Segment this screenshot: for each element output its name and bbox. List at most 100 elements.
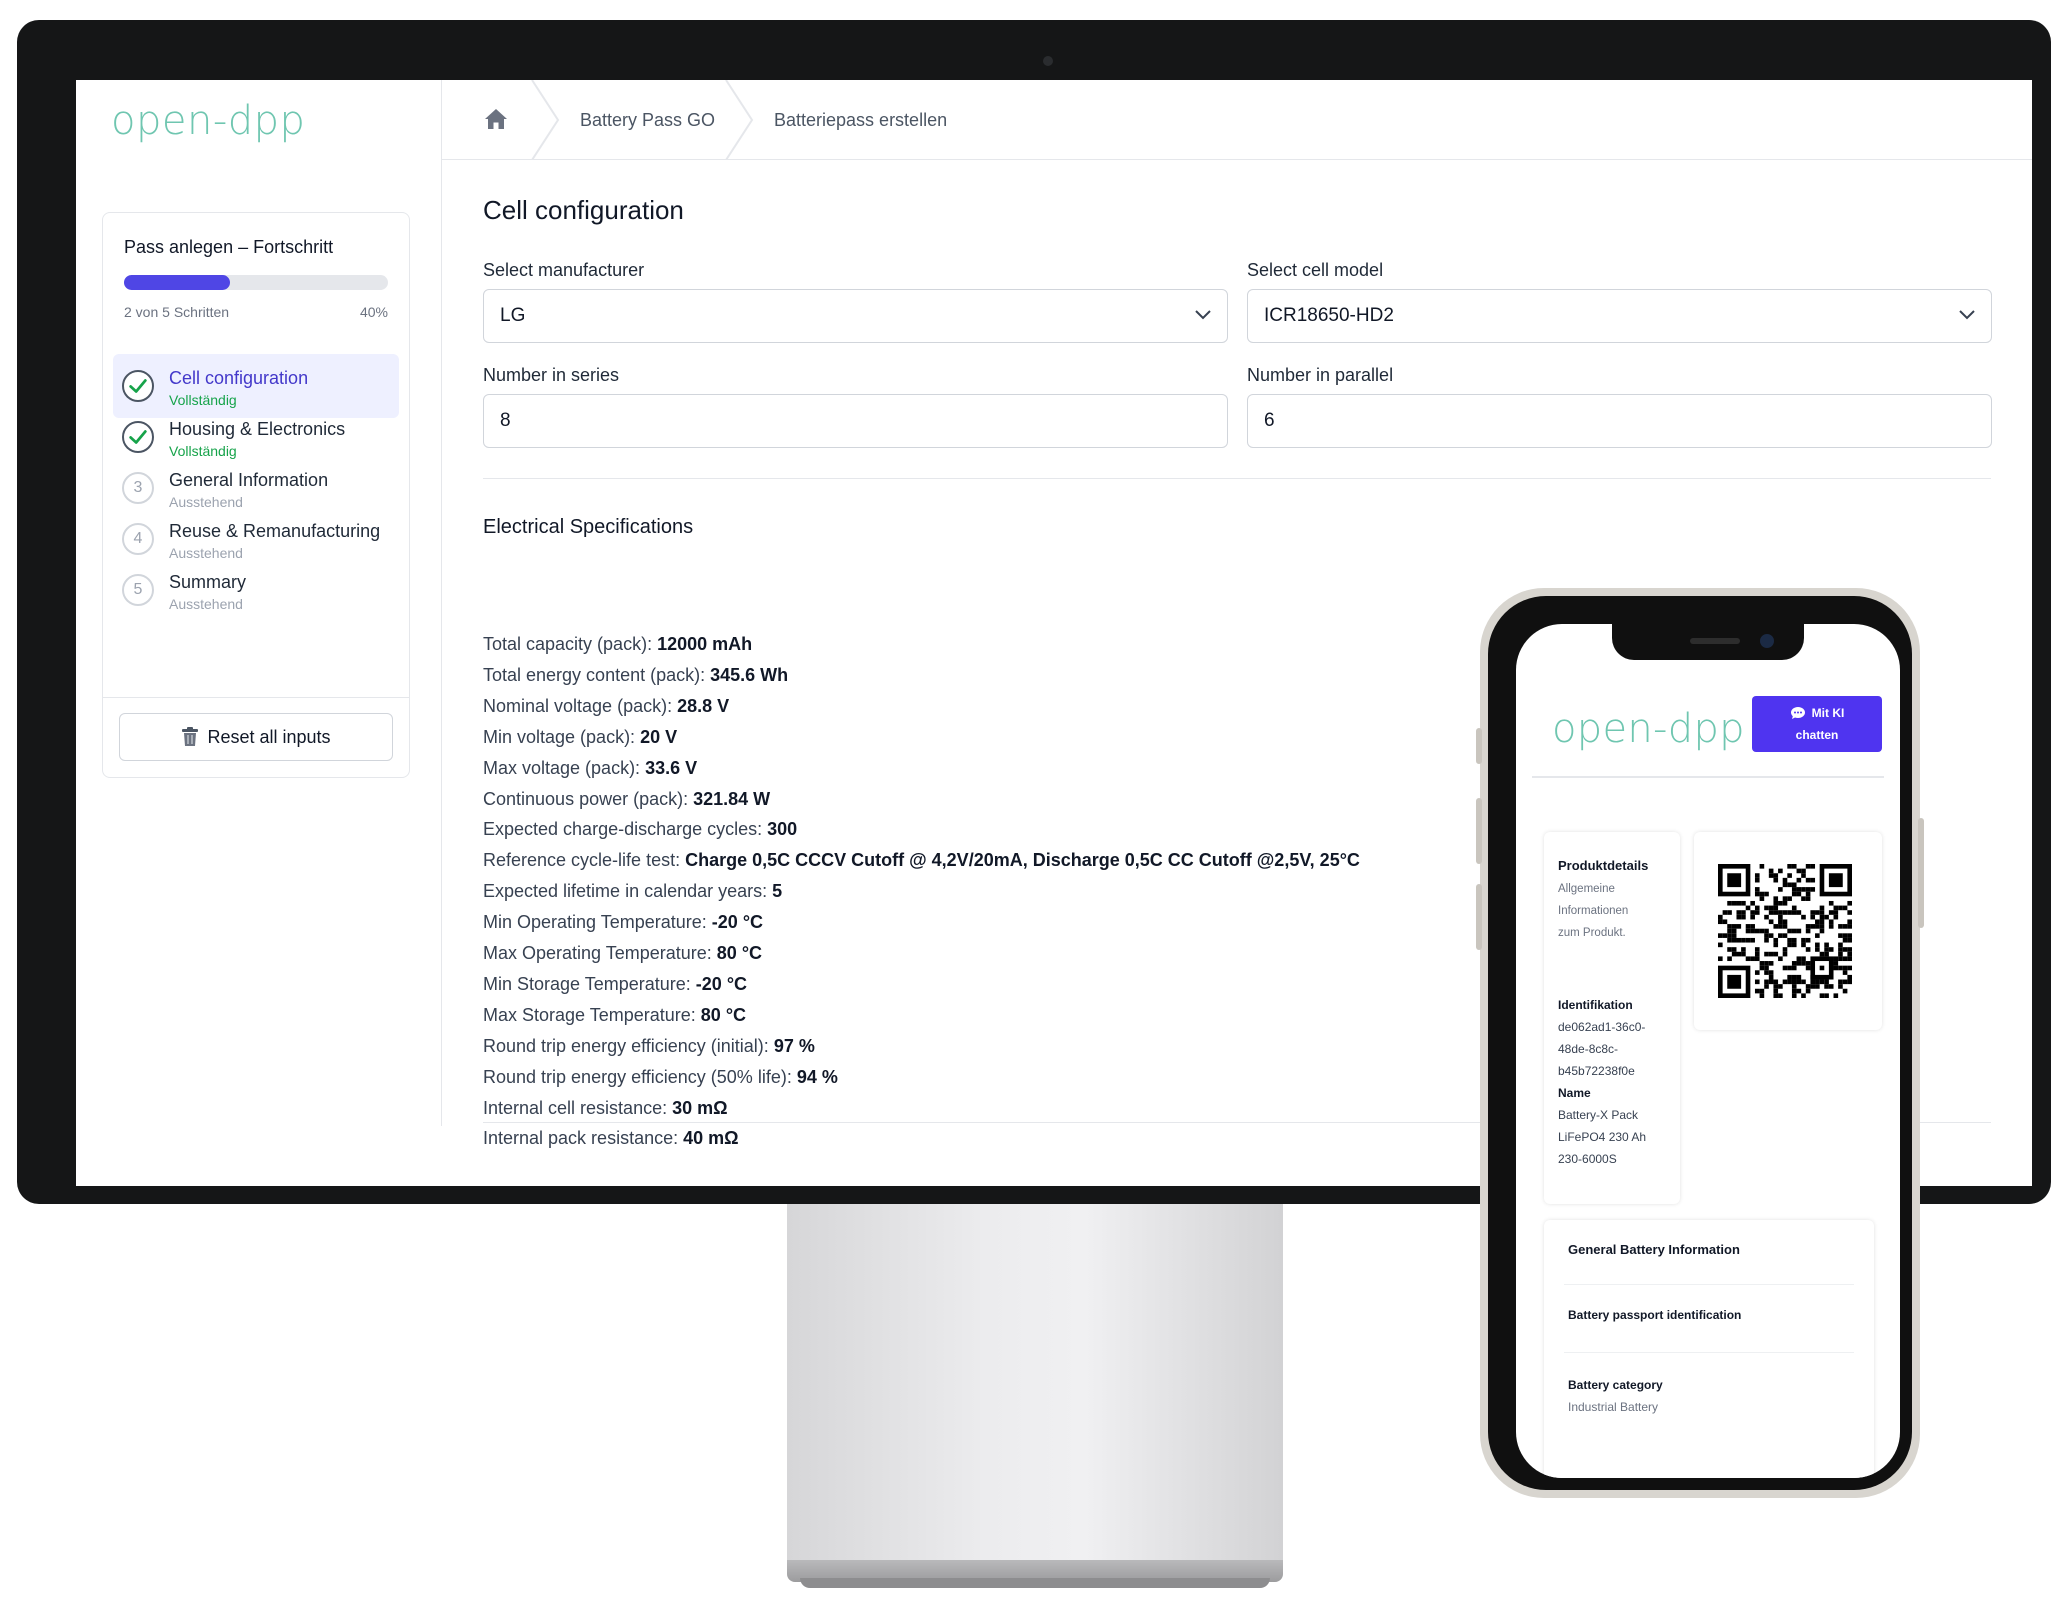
spec-row: Max Operating Temperature: 80 °C: [483, 943, 762, 964]
spec-label: Internal cell resistance:: [483, 1097, 668, 1118]
cell-model-value: ICR18650-HD2: [1264, 305, 1394, 326]
spec-value: 5: [772, 881, 783, 902]
battery-category-label: Battery category: [1568, 1378, 1663, 1392]
logo[interactable]: open-dpp: [111, 98, 305, 144]
identification-label: Identifikation: [1558, 998, 1633, 1012]
spec-label: Round trip energy efficiency (initial):: [483, 1035, 769, 1056]
page-title: Cell configuration: [483, 195, 684, 225]
breadcrumb-separator-icon: [531, 80, 560, 160]
manufacturer-select[interactable]: LG: [483, 289, 1228, 343]
spec-label: Nominal voltage (pack):: [483, 695, 673, 716]
progress-card: Pass anlegen – Fortschritt 2 von 5 Schri…: [102, 212, 410, 778]
spec-row: Max Storage Temperature: 80 °C: [483, 1005, 746, 1026]
divider: [1532, 776, 1884, 778]
check-circle-icon: [122, 421, 154, 453]
trash-icon: [182, 727, 199, 746]
spec-row: Reference cycle-life test: Charge 0,5C C…: [483, 850, 1360, 871]
spec-row: Round trip energy efficiency (initial): …: [483, 1036, 815, 1057]
parallel-label: Number in parallel: [1247, 365, 1394, 385]
general-battery-info-card: General Battery Information Battery pass…: [1544, 1220, 1874, 1478]
spec-row: Internal cell resistance: 30 mΩ: [483, 1098, 728, 1119]
spec-label: Max Storage Temperature:: [483, 1004, 696, 1025]
spec-row: Min Storage Temperature: -20 °C: [483, 974, 747, 995]
spec-value: 80 °C: [716, 943, 763, 963]
sidebar: open-dpp Pass anlegen – Fortschritt 2 vo…: [76, 80, 442, 1126]
step-label: Housing & Electronics: [169, 419, 346, 439]
spec-row: Internal pack resistance: 40 mΩ: [483, 1128, 739, 1149]
spec-label: Max Operating Temperature:: [483, 943, 712, 963]
chevron-down-icon: [1959, 310, 1975, 320]
phone-side-button: [1476, 798, 1482, 864]
general-battery-info-title: General Battery Information: [1568, 1242, 1740, 1257]
product-details-card: Produktdetails Allgemeine Informationen …: [1544, 832, 1680, 1204]
divider: [1564, 1284, 1854, 1285]
monitor-stand: [787, 1204, 1283, 1560]
monitor-camera: [1043, 56, 1053, 66]
step-label: Reuse & Remanufacturing: [169, 521, 381, 541]
cell-model-label: Select cell model: [1247, 260, 1384, 280]
passport-id-label: Battery passport identification: [1568, 1308, 1742, 1322]
reset-label: Reset all inputs: [207, 726, 331, 747]
spec-value: 345.6 Wh: [710, 664, 789, 685]
spec-value: -20 °C: [695, 973, 748, 994]
spec-value: 33.6 V: [645, 757, 698, 778]
identification-value: de062ad1-36c0- 48de-8c8c- b45b72238f0e: [1558, 1020, 1646, 1078]
breadcrumb: Battery Pass GO Batteriepass erstellen: [442, 80, 2032, 160]
series-value: 8: [500, 410, 511, 431]
spec-value: 300: [767, 819, 798, 840]
mobile-screen: open-dpp Mit KI chatten Produktdetails A…: [1516, 624, 1900, 1478]
step-label: Summary: [169, 572, 247, 592]
spec-label: Min Storage Temperature:: [483, 973, 691, 994]
spec-label: Total energy content (pack):: [483, 664, 706, 685]
chat-bubble-icon: [1790, 707, 1805, 719]
home-icon[interactable]: [484, 108, 508, 130]
spec-label: Continuous power (pack):: [483, 788, 689, 809]
chat-line1: Mit KI: [1811, 706, 1845, 720]
phone-camera: [1760, 634, 1774, 648]
spec-row: Min voltage (pack): 20 V: [483, 727, 677, 748]
parallel-value: 6: [1264, 410, 1275, 431]
spec-row: Round trip energy efficiency (50% life):…: [483, 1067, 838, 1088]
battery-category-value: Industrial Battery: [1568, 1400, 1659, 1414]
product-details-title: Produktdetails: [1558, 858, 1649, 873]
spec-label: Min voltage (pack):: [483, 726, 636, 747]
step-summary[interactable]: 5 Summary Ausstehend: [113, 558, 399, 622]
breadcrumb-separator-icon: [725, 80, 754, 160]
mobile-logo[interactable]: open-dpp: [1552, 706, 1745, 752]
progress-bar-fill: [124, 275, 230, 290]
spec-label: Total capacity (pack):: [483, 634, 653, 654]
spec-value: 28.8 V: [677, 695, 730, 716]
spec-value: 40 mΩ: [683, 1128, 739, 1149]
spec-label: Expected charge-discharge cycles:: [483, 819, 763, 840]
phone-notch: [1612, 624, 1804, 660]
progress-percent: 40%: [359, 304, 388, 320]
number-in-series-input[interactable]: 8: [483, 394, 1228, 448]
series-label: Number in series: [483, 365, 620, 385]
progress-bar: [124, 275, 388, 290]
spec-row: Total capacity (pack): 12000 mAh: [483, 634, 752, 655]
chat-with-ai-button[interactable]: Mit KI chatten: [1752, 696, 1882, 752]
stage: open-dpp Pass anlegen – Fortschritt 2 vo…: [0, 0, 2066, 1611]
step-number-icon: 4: [122, 523, 154, 555]
chat-line2: chatten: [1795, 728, 1839, 742]
step-status: Ausstehend: [169, 596, 243, 612]
manufacturer-label: Select manufacturer: [483, 260, 645, 280]
spec-label: Min Operating Temperature:: [483, 912, 707, 933]
cell-model-select[interactable]: ICR18650-HD2: [1247, 289, 1992, 343]
spec-row: Max voltage (pack): 33.6 V: [483, 758, 697, 779]
divider: [483, 478, 1991, 479]
name-value: Battery-X Pack LiFePO4 230 Ah 230-6000S: [1558, 1108, 1647, 1166]
reset-all-inputs-button[interactable]: Reset all inputs: [119, 713, 393, 761]
divider: [1564, 1352, 1854, 1353]
breadcrumb-battery-pass-go[interactable]: Battery Pass GO: [580, 110, 715, 131]
breadcrumb-batteriepass-erstellen[interactable]: Batteriepass erstellen: [774, 110, 947, 131]
phone-side-button: [1476, 728, 1482, 764]
spec-value: 97 %: [773, 1035, 815, 1056]
spec-label: Expected lifetime in calendar years:: [483, 881, 768, 902]
spec-value: Charge 0,5C CCCV Cutoff @ 4,2V/20mA, Dis…: [685, 850, 1360, 871]
spec-row: Total energy content (pack): 345.6 Wh: [483, 665, 788, 686]
qr-code-icon[interactable]: [1718, 864, 1852, 998]
number-in-parallel-input[interactable]: 6: [1247, 394, 1992, 448]
progress-steps-text: 2 von 5 Schritten: [124, 304, 230, 320]
phone-frame: open-dpp Mit KI chatten Produktdetails A…: [1476, 588, 1924, 1498]
